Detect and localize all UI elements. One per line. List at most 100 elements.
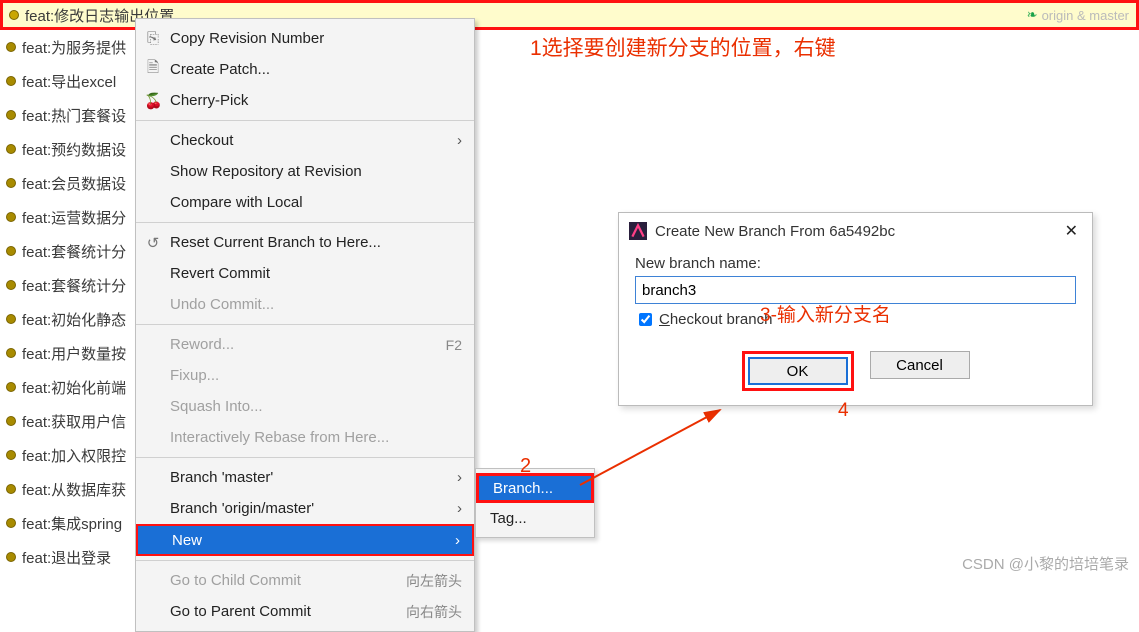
commit-message: feat:为服务提供	[22, 37, 126, 58]
cherry-icon: 🍒	[144, 92, 162, 110]
commit-bullet	[6, 42, 16, 52]
menu-separator	[136, 222, 474, 223]
menu-shortcut: 向右箭头	[406, 602, 462, 622]
commit-bullet	[6, 246, 16, 256]
menu-label: Reword...	[170, 336, 234, 353]
menu-cherry-pick[interactable]: 🍒 Cherry-Pick	[136, 85, 474, 116]
chevron-right-icon: ›	[457, 500, 462, 517]
commit-bullet	[6, 314, 16, 324]
commit-bullet	[6, 552, 16, 562]
checkout-checkbox-input[interactable]	[639, 313, 652, 326]
commit-bullet	[6, 450, 16, 460]
branch-tags: ❧ origin & master	[1027, 7, 1129, 23]
menu-separator	[136, 120, 474, 121]
commit-message: feat:导出excel	[22, 71, 116, 92]
menu-label: Go to Parent Commit	[170, 603, 311, 620]
menu-label: Compare with Local	[170, 194, 303, 211]
branch-name-label: New branch name:	[635, 255, 1076, 272]
menu-separator	[136, 457, 474, 458]
submenu-branch[interactable]: Branch...	[476, 473, 594, 503]
commit-bullet	[6, 110, 16, 120]
patch-icon: 🗎	[144, 57, 162, 82]
commit-message: feat:热门套餐设	[22, 105, 126, 126]
submenu-label: Branch...	[493, 480, 553, 497]
commit-message: feat:加入权限控	[22, 445, 126, 466]
commit-bullet	[6, 76, 16, 86]
menu-reword: Reword... F2	[136, 329, 474, 360]
dialog-title: Create New Branch From 6a5492bc	[655, 223, 895, 240]
menu-compare-local[interactable]: Compare with Local	[136, 187, 474, 218]
commit-bullet	[6, 382, 16, 392]
menu-checkout[interactable]: Checkout ›	[136, 125, 474, 156]
menu-undo-commit: Undo Commit...	[136, 289, 474, 320]
commit-message: feat:运营数据分	[22, 207, 126, 228]
dialog-titlebar: Create New Branch From 6a5492bc ✕	[619, 213, 1092, 249]
menu-new[interactable]: New›	[136, 524, 474, 556]
checkbox-mnemonic: C	[659, 311, 670, 328]
commit-bullet	[9, 10, 19, 20]
commit-bullet	[6, 484, 16, 494]
menu-label: Go to Child Commit	[170, 572, 301, 589]
menu-separator	[136, 560, 474, 561]
submenu-label: Tag...	[490, 510, 527, 527]
commit-message: feat:预约数据设	[22, 139, 126, 160]
chevron-right-icon: ›	[457, 132, 462, 149]
menu-label: Cherry-Pick	[170, 92, 248, 109]
cancel-button[interactable]: Cancel	[870, 351, 970, 379]
menu-squash: Squash Into...	[136, 391, 474, 422]
menu-label: Squash Into...	[170, 398, 263, 415]
menu-label: Copy Revision Number	[170, 30, 324, 47]
context-menu: ⎘ Copy Revision Number 🗎 Create Patch... 🍒…	[135, 18, 475, 632]
copy-icon: ⎘	[144, 30, 162, 47]
commit-message: feat:退出登录	[22, 547, 111, 568]
commit-message: feat:集成spring	[22, 513, 122, 534]
menu-label: Undo Commit...	[170, 296, 274, 313]
menu-create-patch[interactable]: 🗎 Create Patch...	[136, 54, 474, 85]
menu-interactive-rebase: Interactively Rebase from Here...	[136, 422, 474, 453]
menu-label: Checkout	[170, 132, 233, 149]
menu-copy-revision[interactable]: ⎘ Copy Revision Number	[136, 23, 474, 54]
menu-branch-master[interactable]: Branch 'master'›	[136, 462, 474, 493]
commit-bullet	[6, 280, 16, 290]
commit-message: feat:会员数据设	[22, 173, 126, 194]
commit-message: feat:从数据库获	[22, 479, 126, 500]
menu-go-child: Go to Child Commit 向左箭头	[136, 565, 474, 596]
branch-tag-label: origin & master	[1042, 8, 1129, 23]
menu-label: Fixup...	[170, 367, 219, 384]
menu-fixup: Fixup...	[136, 360, 474, 391]
ok-button-highlight: OK	[742, 351, 854, 391]
chevron-right-icon: ›	[455, 532, 460, 549]
commit-bullet	[6, 348, 16, 358]
menu-label: Show Repository at Revision	[170, 163, 362, 180]
submenu-tag[interactable]: Tag...	[476, 503, 594, 533]
menu-label: Branch 'origin/master'	[170, 500, 314, 517]
commit-bullet	[6, 212, 16, 222]
commit-message: feat:初始化静态	[22, 309, 126, 330]
close-icon[interactable]: ✕	[1061, 221, 1082, 241]
menu-reset[interactable]: ↺ Reset Current Branch to Here...	[136, 227, 474, 258]
menu-label: Create Patch...	[170, 61, 270, 78]
watermark: CSDN @小黎的培培笔录	[962, 553, 1129, 574]
commit-message: feat:套餐统计分	[22, 241, 126, 262]
ok-button[interactable]: OK	[748, 357, 848, 385]
new-submenu: Branch... Tag...	[475, 468, 595, 538]
commit-bullet	[6, 178, 16, 188]
menu-revert[interactable]: Revert Commit	[136, 258, 474, 289]
menu-separator	[136, 324, 474, 325]
menu-shortcut: F2	[446, 337, 462, 353]
reset-icon: ↺	[144, 234, 162, 252]
commit-message: feat:初始化前端	[22, 377, 126, 398]
chevron-right-icon: ›	[457, 469, 462, 486]
commit-bullet	[6, 518, 16, 528]
checkbox-label: heckout branch	[670, 311, 773, 328]
menu-label: Reset Current Branch to Here...	[170, 234, 381, 251]
annotation-3: 3-输入新分支名	[760, 300, 891, 327]
menu-label: Revert Commit	[170, 265, 270, 282]
menu-shortcut: 向左箭头	[406, 571, 462, 591]
app-icon	[629, 222, 647, 240]
menu-go-parent[interactable]: Go to Parent Commit 向右箭头	[136, 596, 474, 627]
menu-show-repo[interactable]: Show Repository at Revision	[136, 156, 474, 187]
annotation-1: 1选择要创建新分支的位置，右键	[530, 32, 836, 62]
commit-bullet	[6, 144, 16, 154]
menu-branch-origin-master[interactable]: Branch 'origin/master' ›	[136, 493, 474, 524]
